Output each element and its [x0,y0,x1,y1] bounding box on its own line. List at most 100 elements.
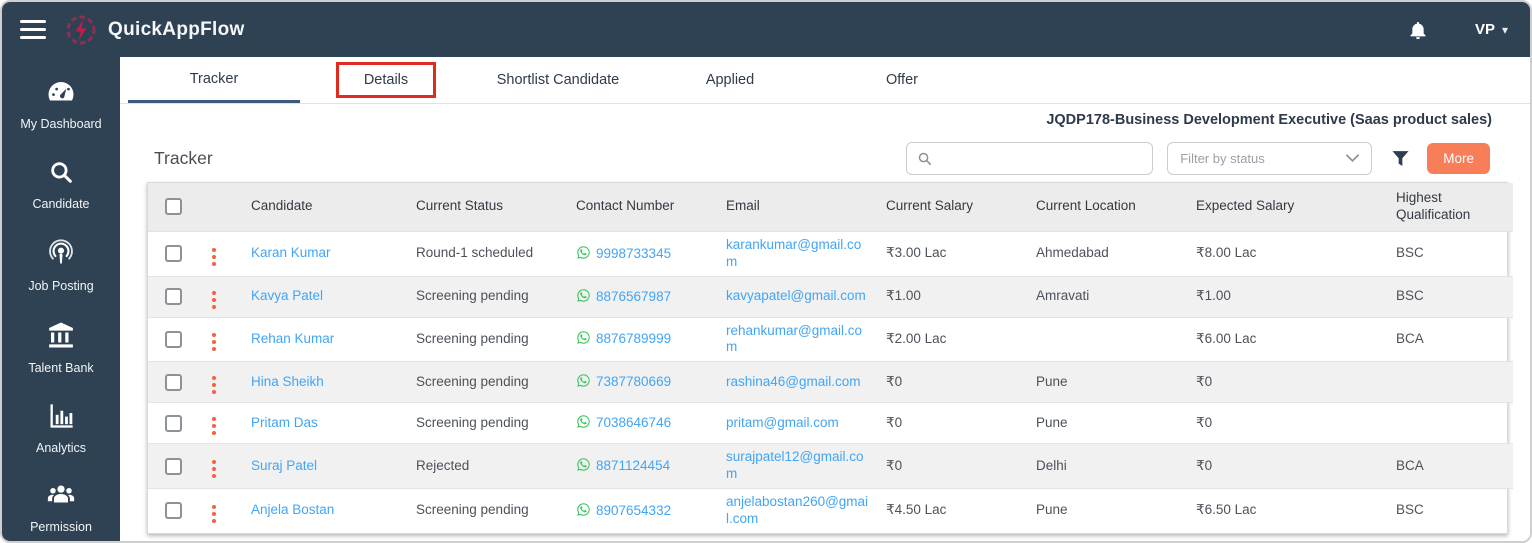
filter-by-status-dropdown[interactable]: Filter by status [1167,141,1373,175]
email-link[interactable]: rashina46@gmail.com [726,374,861,391]
row-menu-kebab-icon[interactable] [206,246,222,268]
current-location-value: Pune [1028,487,1188,533]
filter-funnel-icon[interactable] [1390,148,1411,169]
tab-label: Applied [705,72,755,88]
current-status-value: Screening pending [408,402,568,444]
expected-salary-value: ₹0 [1188,361,1388,403]
row-checkbox[interactable] [164,414,182,432]
tab-applied[interactable]: Applied [644,57,816,103]
sidebar-item-candidate[interactable]: Candidate [2,159,120,213]
table-row: Karan Kumar Round-1 scheduled 9998733345 ka… [148,230,1513,276]
current-salary-value: ₹0 [878,361,1028,403]
current-status-value: Screening pending [408,361,568,403]
row-checkbox[interactable] [164,330,182,348]
contact-number-link[interactable]: 7038646746 [596,415,671,430]
email-link[interactable]: karankumar@gmail.com [726,237,870,271]
table-row: Kavya Patel Screening pending 8876567987 ka… [148,275,1513,317]
contact-number-link[interactable]: 8876789999 [596,331,671,346]
sidebar-item-talent-bank[interactable]: Talent Bank [2,321,120,377]
expected-salary-value: ₹8.00 Lac [1188,230,1388,276]
col-current-location: Current Location [1028,183,1188,232]
users-icon [46,482,76,513]
tab-shortlist-candidate[interactable]: Shortlist Candidate [472,57,644,103]
email-link[interactable]: anjelabostan260@gmail.com [726,494,870,528]
email-link[interactable]: surajpatel12@gmail.com [726,449,870,483]
search-input-wrap [906,141,1154,175]
expected-salary-value: ₹6.50 Lac [1188,487,1388,533]
tab-label: Tracker [189,70,239,87]
sidebar-item-permission[interactable]: Permission [2,482,120,536]
sidebar-item-label: My Dashboard [20,117,102,131]
candidate-name-link[interactable]: Kavya Patel [251,288,323,303]
contact-number-link[interactable]: 7387780669 [596,374,671,389]
dashboard-gauge-icon [46,79,76,110]
select-all-checkbox[interactable] [164,198,182,216]
email-link[interactable]: pritam@gmail.com [726,415,839,432]
contact-number-link[interactable]: 8907654332 [596,503,671,518]
row-menu-kebab-icon[interactable] [206,331,222,353]
email-link[interactable]: kavyapatel@gmail.com [726,288,866,305]
current-salary-value: ₹3.00 Lac [878,230,1028,276]
contact-number-link[interactable]: 8871124454 [596,458,670,473]
contact-number-link[interactable]: 8876567987 [596,289,671,304]
current-location-value: Pune [1028,361,1188,403]
more-button[interactable]: More [1427,142,1490,174]
user-profile-dropdown[interactable]: VP ▾ [1475,21,1508,38]
table-header-row: Candidate Current Status Contact Number … [148,183,1513,232]
search-input[interactable] [940,150,1143,166]
chevron-down-icon: ▾ [1501,22,1508,37]
candidate-name-link[interactable]: Pritam Das [251,415,318,430]
sidebar-item-analytics[interactable]: Analytics [2,403,120,457]
hamburger-menu-icon[interactable] [20,20,46,39]
whatsapp-icon [576,373,591,388]
row-menu-kebab-icon[interactable] [206,415,222,437]
expected-salary-value: ₹1.00 [1188,275,1388,317]
expected-salary-value: ₹6.00 Lac [1188,316,1388,362]
row-checkbox[interactable] [164,245,182,263]
whatsapp-icon [576,457,591,472]
row-checkbox[interactable] [164,457,182,475]
contact-number-link[interactable]: 9998733345 [596,246,671,261]
whatsapp-icon [576,414,591,429]
chevron-down-icon [1346,153,1360,162]
row-menu-kebab-icon[interactable] [206,374,222,396]
email-link[interactable]: rehankumar@gmail.com [726,323,870,357]
tab-tracker[interactable]: Tracker [128,57,300,103]
sidebar-item-label: Candidate [32,196,90,211]
candidate-name-link[interactable]: Rehan Kumar [251,331,334,346]
candidate-name-link[interactable]: Karan Kumar [251,245,331,260]
app-logo-icon [64,13,98,47]
table-row: Pritam Das Screening pending 7038646746 pri… [148,402,1513,444]
table-row: Anjela Bostan Screening pending 8907654332… [148,487,1513,533]
sidebar-item-my-dashboard[interactable]: My Dashboard [2,79,120,133]
tab-label: Offer [886,72,918,88]
current-status-value: Round-1 scheduled [408,230,568,276]
highest-qualification-value: BCA [1388,443,1513,489]
table-row: Hina Sheikh Screening pending 7387780669 ra… [148,361,1513,403]
current-location-value: Pune [1028,402,1188,444]
candidate-name-link[interactable]: Hina Sheikh [251,374,324,389]
sidebar-item-job-posting[interactable]: Job Posting [2,239,120,295]
top-navbar: QuickAppFlow VP ▾ [2,2,1530,57]
candidate-name-link[interactable]: Suraj Patel [251,458,317,473]
row-checkbox[interactable] [164,288,182,305]
red-highlight-annotation: Details [335,62,437,98]
col-candidate: Candidate [243,183,408,232]
table-row: Rehan Kumar Screening pending 8876789999 re… [148,316,1513,362]
current-status-value: Screening pending [408,487,568,533]
search-icon [918,152,932,165]
tab-offer[interactable]: Offer [816,57,988,103]
candidate-name-link[interactable]: Anjela Bostan [251,502,334,517]
row-menu-kebab-icon[interactable] [206,289,222,311]
row-checkbox[interactable] [164,502,182,520]
tab-details[interactable]: Details [300,57,472,103]
col-contact-number: Contact Number [568,183,718,232]
table-controls: Tracker Filter by status More [120,136,1530,180]
row-checkbox[interactable] [164,373,182,391]
podcast-icon [47,239,75,272]
notifications-bell-icon[interactable] [1407,19,1429,41]
search-icon [48,159,74,190]
highest-qualification-value: BSC [1388,230,1513,276]
row-menu-kebab-icon[interactable] [206,458,222,480]
row-menu-kebab-icon[interactable] [206,503,222,525]
